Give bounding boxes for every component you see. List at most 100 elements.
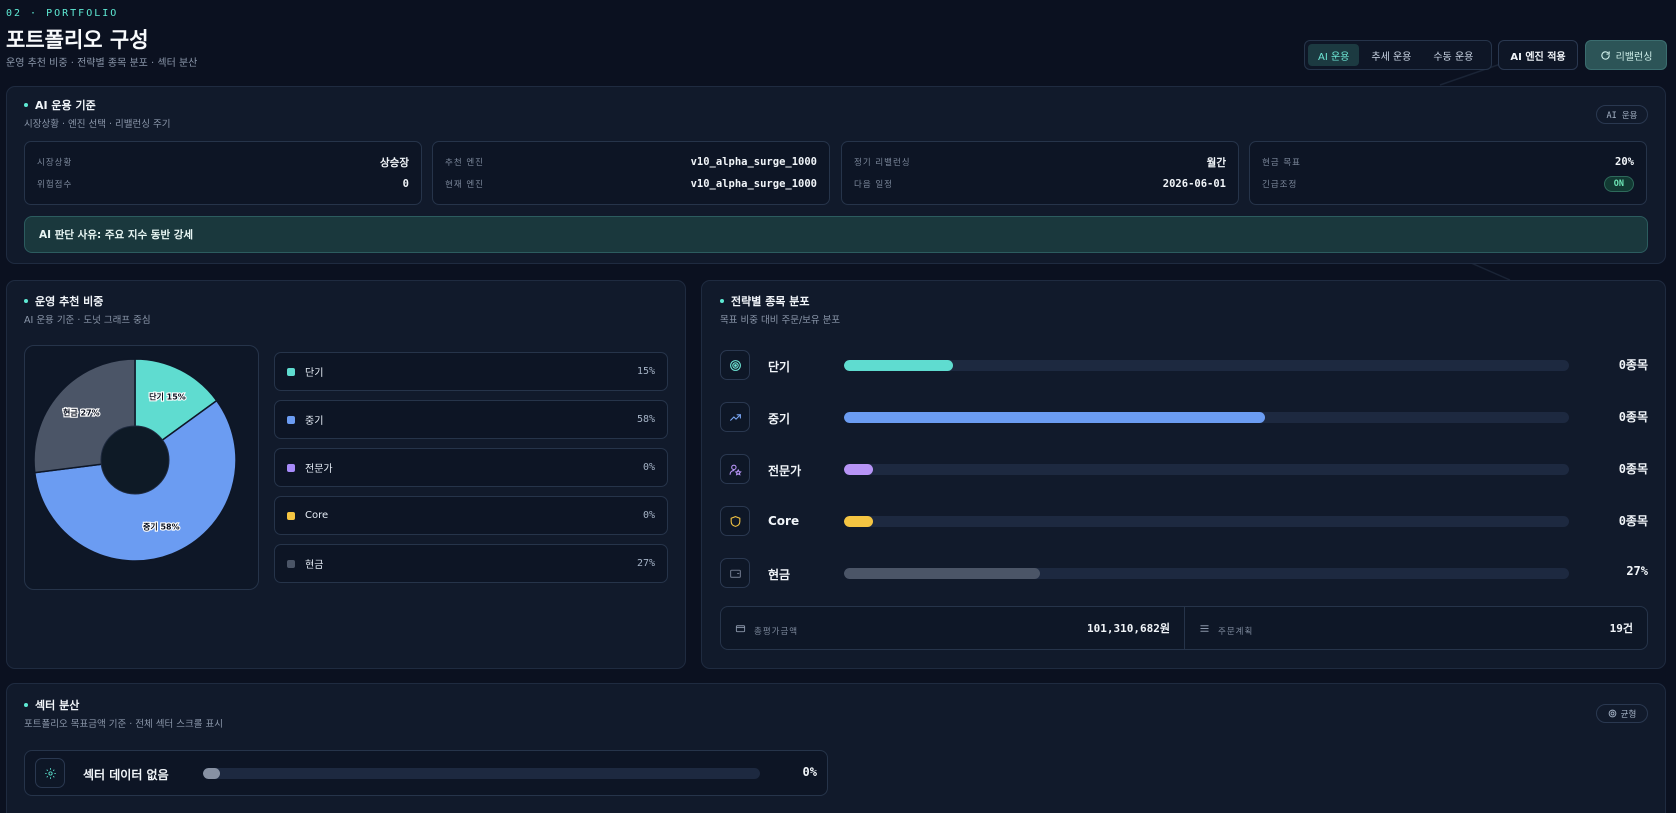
strategy-title: 전략별 종목 분포 [720, 293, 810, 309]
strategy-count: 27% [1626, 564, 1648, 578]
strategy-bar-fill [844, 568, 1040, 579]
rebalance-label: 리밸런싱 [1615, 51, 1653, 63]
strategy-count: 0종목 [1618, 358, 1648, 372]
wallet-icon [735, 624, 746, 632]
strategy-row-expert[interactable]: 전문가 0종목 [720, 454, 1648, 488]
strategy-summary: 총평가금액 101,310,682원 주문계획 19건 [720, 606, 1648, 650]
sector-subtitle: 포트폴리오 목표금액 기준 · 전체 섹터 스크롤 표시 [24, 719, 223, 730]
legend-pct: 58% [636, 414, 655, 425]
strategy-name: Core [768, 514, 800, 528]
wallet-icon [720, 558, 750, 588]
allocation-subtitle: AI 운용 기준 · 도넛 그래프 중심 [24, 315, 151, 326]
balance-badge: 균형 [1596, 704, 1648, 723]
strategy-row-short[interactable]: 단기 0종목 [720, 350, 1648, 384]
strategy-name: 현금 [768, 568, 791, 582]
strategy-bar-track [844, 516, 1569, 527]
strategy-name: 전문가 [768, 464, 802, 478]
strategy-bar-fill [844, 464, 873, 475]
legend-label: 전문가 [305, 464, 333, 475]
legend-pct: 0% [642, 462, 655, 473]
next-schedule-key: 다음 일정 [854, 180, 893, 190]
donut-hole [100, 425, 170, 495]
strategy-bar-track [844, 568, 1569, 579]
strategy-bar-track [844, 464, 1569, 475]
ai-basis-title: AI 운용 기준 [24, 97, 96, 113]
emergency-adjust-toggle[interactable]: ON [1603, 176, 1634, 192]
recommended-engine-key: 추천 엔진 [445, 158, 484, 168]
sector-bar-track [203, 768, 760, 779]
ai-reason-banner: AI 판단 사유: 주요 지수 동반 강세 [24, 216, 1648, 253]
market-status-value: 상승장 [380, 156, 409, 169]
mode-toggle-group: AI 운용 추세 운용 수동 운용 [1304, 40, 1492, 70]
apply-ai-engine-label: AI 엔진 적용 [1510, 51, 1566, 63]
strategy-bar-track [844, 360, 1569, 371]
ai-mode-badge: AI 운용 [1596, 105, 1648, 124]
total-value-cell: 총평가금액 101,310,682원 [721, 607, 1185, 649]
donut-chart-box: 단기 15% 중기 58% 현금 27% [24, 345, 259, 590]
legend-item-core[interactable]: Core 0% [274, 496, 668, 535]
target-icon [1608, 709, 1616, 718]
shield-icon [720, 506, 750, 536]
title-dot [24, 703, 28, 707]
mode-ai-button[interactable]: AI 운용 [1308, 44, 1360, 66]
sector-icon [35, 758, 65, 788]
total-value-value: 101,310,682원 [1087, 622, 1170, 635]
market-info-card: 시장상황 상승장 위험점수 0 [24, 141, 422, 205]
strategy-bar-fill [844, 516, 873, 527]
strategy-bar-track [844, 412, 1569, 423]
title-dot [720, 299, 724, 303]
allocation-title: 운영 추천 비중 [24, 293, 103, 309]
cash-target-value: 20% [1615, 156, 1634, 168]
strategy-row-cash[interactable]: 현금 27% [720, 558, 1648, 592]
legend-pct: 0% [642, 510, 655, 521]
strategy-name: 단기 [768, 360, 791, 374]
mode-trend-button[interactable]: 추세 운용 [1361, 44, 1421, 66]
legend-item-short[interactable]: 단기 15% [274, 352, 668, 391]
recommended-engine-value: v10_alpha_surge_1000 [690, 156, 817, 168]
page-subtitle: 운영 추천 비중 · 전략별 종목 분포 · 섹터 분산 [6, 58, 198, 69]
ai-basis-subtitle: 시장상황 · 엔진 선택 · 리밸런싱 주기 [24, 119, 171, 130]
engine-info-card: 추천 엔진 v10_alpha_surge_1000 현재 엔진 v10_alpha… [432, 141, 830, 205]
balance-badge-label: 균형 [1620, 709, 1637, 720]
legend-swatch [287, 559, 295, 568]
current-engine-value: v10_alpha_surge_1000 [690, 178, 817, 190]
strategy-row-core[interactable]: Core 0종목 [720, 506, 1648, 540]
strategy-bar-fill [844, 412, 1265, 423]
mode-manual-button[interactable]: 수동 운용 [1423, 44, 1483, 66]
legend-item-expert[interactable]: 전문가 0% [274, 448, 668, 487]
risk-score-value: 0 [402, 178, 409, 190]
title-dot [24, 299, 28, 303]
current-engine-key: 현재 엔진 [445, 180, 484, 190]
emergency-adjust-key: 긴급조정 [1262, 180, 1298, 190]
ai-basis-title-text: AI 운용 기준 [35, 99, 96, 112]
strategy-title-text: 전략별 종목 분포 [731, 295, 810, 308]
apply-ai-engine-button[interactable]: AI 엔진 적용 [1498, 40, 1578, 70]
rebalance-button[interactable]: 리밸런싱 [1585, 40, 1667, 70]
page-title: 포트폴리오 구성 [6, 28, 149, 52]
next-schedule-value: 2026-06-01 [1162, 178, 1226, 190]
strategy-count: 0종목 [1618, 514, 1648, 528]
strategy-row-mid[interactable]: 중기 0종목 [720, 402, 1648, 436]
target-icon [720, 350, 750, 380]
donut-slice-label: 현금 27% [63, 408, 100, 418]
donut-slice-label: 단기 15% [149, 391, 186, 401]
trending-up-icon [720, 402, 750, 432]
total-value-key: 총평가금액 [754, 627, 799, 637]
strategy-name: 중기 [768, 412, 791, 426]
strategy-subtitle: 목표 비중 대비 주문/보유 분포 [720, 315, 841, 326]
legend-label: 중기 [305, 416, 324, 427]
rebalance-period-value: 월간 [1206, 156, 1226, 169]
title-dot [24, 103, 28, 107]
market-status-key: 시장상황 [37, 158, 73, 168]
cash-info-card: 현금 목표 20% 긴급조정 ON [1249, 141, 1647, 205]
order-plan-value: 19건 [1609, 622, 1633, 635]
legend-swatch [287, 463, 295, 472]
legend-swatch [287, 511, 295, 520]
rebalance-period-key: 정기 리밸런싱 [854, 158, 911, 168]
allocation-title-text: 운영 추천 비중 [35, 295, 104, 308]
order-plan-key: 주문계획 [1218, 627, 1254, 637]
legend-item-cash[interactable]: 현금 27% [274, 544, 668, 583]
sector-empty-row: 섹터 데이터 없음 0% [24, 750, 828, 796]
cash-target-key: 현금 목표 [1262, 158, 1301, 168]
legend-item-mid[interactable]: 중기 58% [274, 400, 668, 439]
